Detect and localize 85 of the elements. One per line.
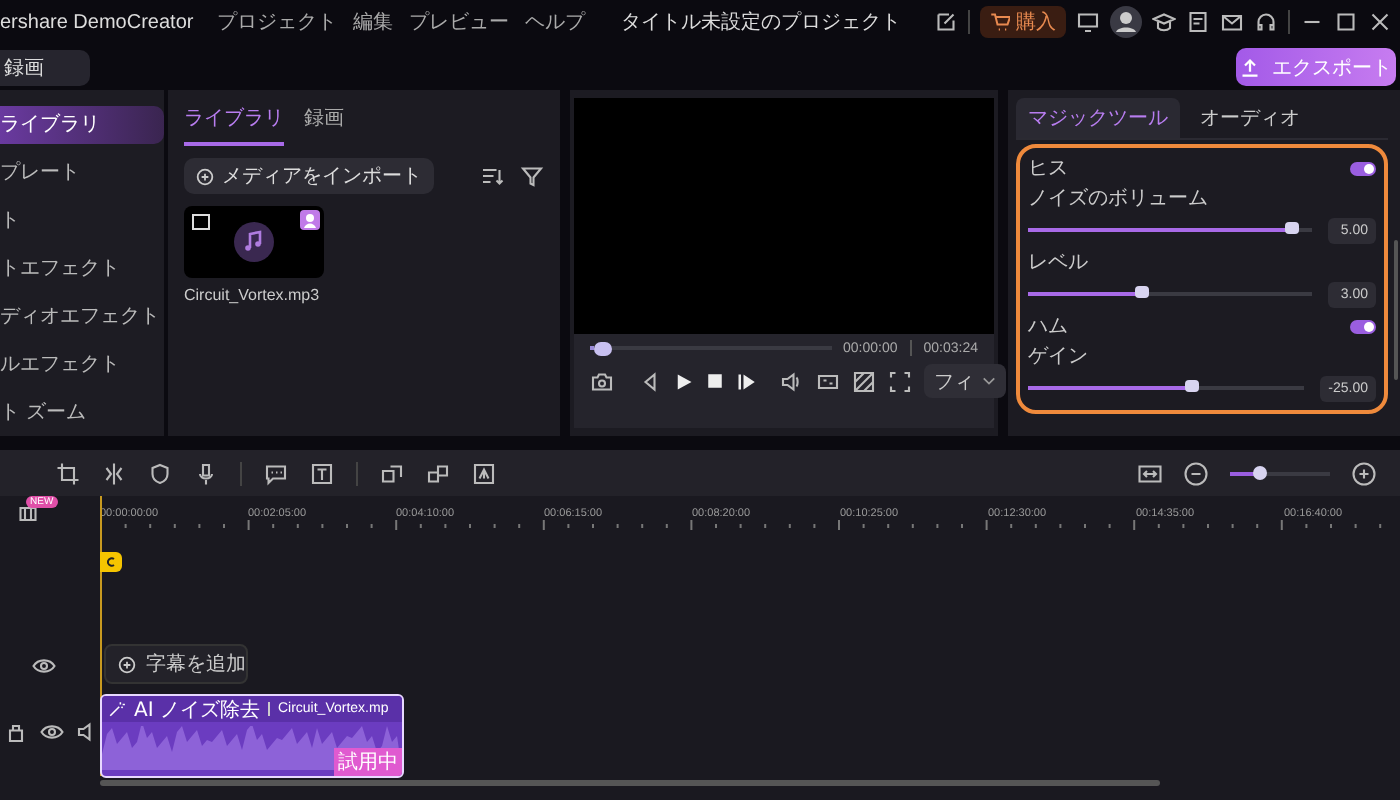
marker-flag[interactable] <box>100 552 122 572</box>
tab[interactable]: 録画 <box>304 98 344 146</box>
tab[interactable]: ライブラリ <box>184 98 284 146</box>
cart-icon <box>990 12 1010 32</box>
aspect-ratio-icon[interactable] <box>816 369 840 393</box>
buy-button[interactable]: 購入 <box>980 6 1066 38</box>
document-icon[interactable] <box>1186 10 1210 34</box>
graduation-cap-icon[interactable] <box>1152 10 1176 34</box>
toggle-switch[interactable] <box>1350 161 1376 175</box>
setting-label: ゲイン <box>1028 344 1090 370</box>
zoom-thumb[interactable] <box>1253 465 1267 479</box>
upload-icon <box>1240 57 1260 77</box>
sidebar-item[interactable]: ト ズーム <box>0 394 164 432</box>
mail-icon[interactable] <box>1220 10 1244 34</box>
sidebar-item[interactable]: ルエフェクト <box>0 346 164 384</box>
add-caption-button[interactable]: 字幕を追加 <box>104 644 248 684</box>
eye-icon[interactable] <box>32 654 56 678</box>
camera-icon[interactable] <box>590 369 614 393</box>
layers-icon[interactable] <box>426 461 450 485</box>
sidebar-item[interactable]: ト <box>0 202 164 240</box>
microphone-icon[interactable] <box>194 461 218 485</box>
play-icon[interactable] <box>674 371 694 391</box>
slider-thumb[interactable] <box>1184 380 1198 392</box>
text-box-icon[interactable] <box>310 461 334 485</box>
stop-icon[interactable] <box>706 372 724 390</box>
window-title: タイトル未設定のプロジェクト <box>621 9 902 36</box>
media-thumbnail[interactable] <box>184 206 324 278</box>
person-badge-icon <box>300 210 320 230</box>
next-frame-icon[interactable] <box>736 371 756 391</box>
plus-circle-icon <box>196 167 214 185</box>
progress-thumb[interactable] <box>594 341 613 355</box>
eye-icon[interactable] <box>40 720 64 744</box>
scrollbar[interactable] <box>1394 240 1398 380</box>
tab[interactable]: オーディオ <box>1188 98 1312 138</box>
shield-icon[interactable] <box>148 461 172 485</box>
edit-icon[interactable] <box>934 10 958 34</box>
trial-badge: 試用中 <box>334 748 402 776</box>
previous-frame-icon[interactable] <box>638 369 662 393</box>
sidebar-item[interactable]: ディオエフェクト <box>0 298 164 336</box>
speech-bubble-icon[interactable] <box>264 461 288 485</box>
crop-icon[interactable] <box>56 461 80 485</box>
zoom-out-icon[interactable] <box>1184 461 1208 485</box>
sidebar-item[interactable]: ライブラリ <box>0 106 164 144</box>
overlay-icon[interactable] <box>380 461 404 485</box>
setting-label: ハム <box>1028 314 1068 340</box>
magic-wand-icon <box>108 700 126 718</box>
chevron-down-icon <box>982 376 996 386</box>
fit-dropdown[interactable]: フィ <box>924 364 1006 398</box>
scrollbar[interactable] <box>100 780 1160 786</box>
audio-file-icon <box>192 214 210 230</box>
sort-icon[interactable] <box>480 164 504 188</box>
headset-icon[interactable] <box>1254 10 1278 34</box>
plus-circle-icon <box>118 655 136 673</box>
fit-width-icon[interactable] <box>1138 461 1162 485</box>
menu-item[interactable]: 編集 <box>353 8 394 36</box>
import-button[interactable]: メディアをインポート <box>184 158 434 194</box>
sidebar-item[interactable]: トエフェクト <box>0 250 164 288</box>
speaker-icon[interactable] <box>780 369 804 393</box>
menu-item[interactable]: プレビュー <box>409 8 510 36</box>
split-icon[interactable] <box>102 461 126 485</box>
file-name: Circuit_Vortex.mp3 <box>184 286 320 304</box>
slider-thumb[interactable] <box>1134 286 1149 298</box>
record-button[interactable]: 録画 <box>0 49 90 85</box>
menu-item[interactable]: ヘルプ <box>525 8 586 36</box>
sidebar-item[interactable]: プレート <box>0 154 164 192</box>
snap-icon[interactable] <box>16 501 40 525</box>
tab[interactable]: マジックツール <box>1016 98 1180 138</box>
setting-label: レベル <box>1028 250 1090 276</box>
lock-icon[interactable] <box>4 720 28 744</box>
setting-label: ノイズのボリューム <box>1028 186 1210 212</box>
menu-item[interactable]: プロジェクト <box>217 8 338 36</box>
monitor-icon[interactable] <box>1076 10 1100 34</box>
close-icon[interactable] <box>1368 10 1392 34</box>
music-note-icon <box>234 222 274 262</box>
app-name: ershare DemoCreator <box>0 11 194 33</box>
toggle-switch[interactable] <box>1350 319 1376 333</box>
clip-effect-label: AI ノイズ除去 <box>134 697 260 723</box>
avatar-icon[interactable] <box>1110 6 1142 38</box>
zoom-in-icon[interactable] <box>1352 461 1376 485</box>
slider-thumb[interactable] <box>1285 222 1300 234</box>
fullscreen-icon[interactable] <box>888 369 912 393</box>
avatar-frame-icon[interactable] <box>472 461 496 485</box>
maximize-icon[interactable] <box>1334 10 1358 34</box>
filter-icon[interactable] <box>520 164 544 188</box>
setting-label: ヒス <box>1028 156 1068 182</box>
